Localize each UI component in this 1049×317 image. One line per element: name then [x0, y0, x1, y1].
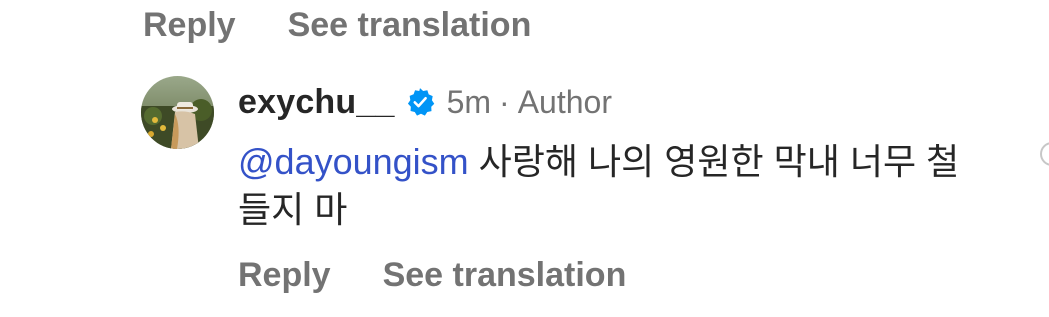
previous-comment-actions: Reply See translation [143, 8, 531, 42]
meta-separator: · [499, 83, 510, 120]
comment-meta: 5m · Author [447, 84, 612, 121]
author-label: Author [517, 83, 612, 120]
see-translation-button[interactable]: See translation [288, 8, 532, 42]
mention-link[interactable]: @dayoungism [238, 141, 469, 182]
comment-text: @dayoungism 사랑해 나의 영원한 막내 너무 철들지 마 [238, 138, 978, 234]
username[interactable]: exychu__ [238, 83, 395, 122]
comment-header: exychu__ 5m · Author [238, 82, 612, 122]
see-translation-button[interactable]: See translation [383, 258, 627, 292]
like-heart-icon[interactable] [1040, 142, 1049, 166]
avatar[interactable] [141, 76, 214, 149]
comment-actions: Reply See translation [238, 258, 626, 292]
reply-button[interactable]: Reply [143, 8, 236, 42]
verified-badge-icon [405, 87, 435, 117]
reply-button[interactable]: Reply [238, 258, 331, 292]
timestamp: 5m [446, 83, 492, 120]
avatar-image [141, 76, 214, 149]
